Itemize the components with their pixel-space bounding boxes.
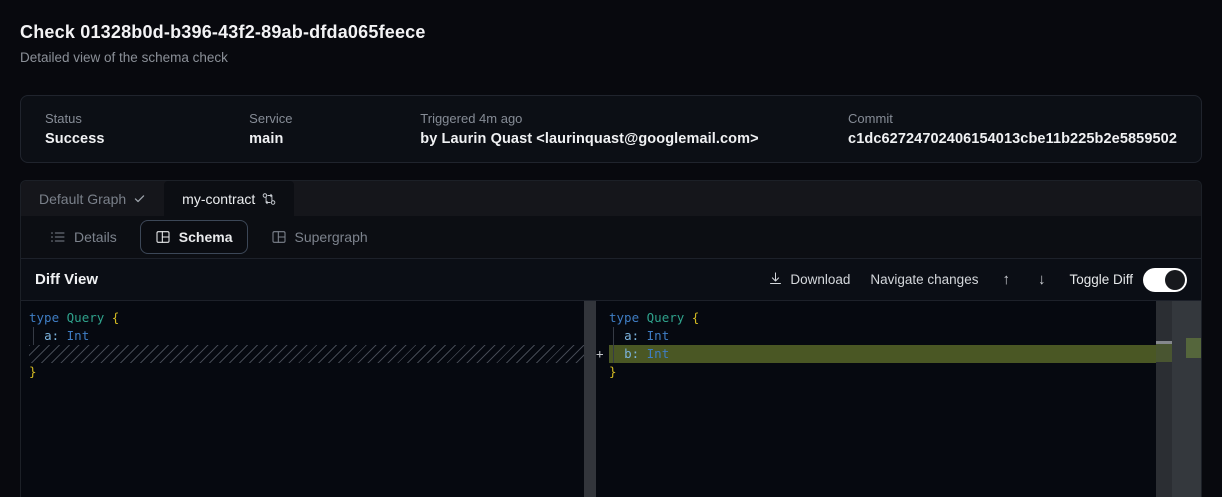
toggle-diff-switch[interactable] [1143, 268, 1187, 292]
toggle-diff-label: Toggle Diff [1069, 272, 1133, 287]
code-line-content: type Query { [29, 309, 584, 327]
tab-my-contract-label: my-contract [182, 191, 255, 207]
code-line: a: Int [596, 327, 1156, 345]
diff-pane-divider[interactable] [584, 301, 596, 497]
minimap-added-marker [1186, 338, 1201, 358]
arrow-up-icon: ↑ [1002, 271, 1010, 288]
git-compare-icon [262, 192, 276, 206]
code-line: type Query { [21, 309, 584, 327]
diff-added-line: + b: Int [596, 345, 1156, 363]
commit-label: Commit [848, 111, 1177, 126]
diff-placeholder-line [21, 345, 584, 363]
meta-commit: Commit c1dc62724702406154013cbe11b225b2e… [848, 111, 1177, 147]
diff-gutter [596, 327, 609, 345]
service-label: Service [249, 111, 420, 126]
code-line-content: } [29, 363, 584, 381]
diff-gutter [596, 309, 609, 327]
meta-triggered: Triggered 4m ago by Laurin Quast <laurin… [420, 111, 848, 147]
code-line-content [29, 345, 584, 363]
tab-schema-label: Schema [179, 229, 233, 245]
code-line: } [596, 363, 1156, 381]
code-line-content: } [609, 363, 1156, 381]
next-change-button[interactable]: ↓ [1034, 270, 1050, 289]
tab-details[interactable]: Details [35, 220, 132, 254]
download-label: Download [790, 272, 850, 287]
meta-service: Service main [249, 111, 420, 147]
minimap-strip[interactable] [1172, 301, 1201, 497]
code-line: a: Int [21, 327, 584, 345]
schema-diff-editor: type Query { a: Int} type Query { a: Int… [21, 301, 1201, 497]
code-line-content: type Query { [609, 309, 1156, 327]
tab-default-graph-label: Default Graph [39, 191, 126, 207]
page-subtitle: Detailed view of the schema check [20, 50, 426, 65]
status-value: Success [45, 131, 249, 147]
navigate-changes-label: Navigate changes [870, 272, 978, 287]
diff-view-header: Diff View Download Navigate changes ↑ ↓ … [21, 258, 1201, 301]
tab-my-contract[interactable]: my-contract [164, 181, 294, 216]
code-line: } [21, 363, 584, 381]
minimap-added-marker [1156, 344, 1172, 362]
tab-supergraph[interactable]: Supergraph [256, 220, 383, 254]
diff-gutter [21, 327, 29, 345]
status-label: Status [45, 111, 249, 126]
tab-details-label: Details [74, 229, 117, 245]
code-line-content: a: Int [29, 327, 584, 345]
service-value: main [249, 131, 420, 147]
tab-supergraph-label: Supergraph [295, 229, 368, 245]
diff-gutter [21, 309, 29, 327]
triggered-value: by Laurin Quast <laurinquast@googlemail.… [420, 131, 848, 147]
diff-toolbar: Download Navigate changes ↑ ↓ Toggle Dif… [768, 268, 1187, 292]
commit-value: c1dc62724702406154013cbe11b225b2e5859502 [848, 131, 1177, 147]
view-tab-bar: Details Schema Supergraph [21, 216, 1201, 258]
triggered-label: Triggered 4m ago [420, 111, 848, 126]
meta-status: Status Success [45, 111, 249, 147]
columns-icon [271, 229, 287, 245]
minimap-ruler[interactable] [1156, 301, 1172, 497]
graph-tab-bar: Default Graph my-contract [21, 181, 1201, 216]
diff-pane-after[interactable]: type Query { a: Int+ b: Int} [596, 301, 1201, 497]
arrow-down-icon: ↓ [1038, 271, 1046, 288]
list-icon [50, 229, 66, 245]
toggle-knob [1165, 270, 1185, 290]
diff-gutter [596, 363, 609, 381]
columns-icon [155, 229, 171, 245]
page-header: Check 01328b0d-b396-43f2-89ab-dfda065fee… [20, 22, 426, 65]
download-button[interactable]: Download [768, 271, 850, 289]
code-line-content: b: Int [609, 345, 1156, 363]
code-line: type Query { [596, 309, 1156, 327]
toggle-diff-control: Toggle Diff [1069, 268, 1187, 292]
code-line-content: a: Int [609, 327, 1156, 345]
tab-schema[interactable]: Schema [140, 220, 248, 254]
diff-pane-before[interactable]: type Query { a: Int} [21, 301, 584, 497]
page-title: Check 01328b0d-b396-43f2-89ab-dfda065fee… [20, 22, 426, 43]
tab-default-graph[interactable]: Default Graph [21, 181, 164, 216]
download-icon [768, 271, 783, 289]
check-icon [133, 192, 146, 205]
diff-gutter [21, 363, 29, 381]
diff-gutter [21, 345, 29, 363]
previous-change-button[interactable]: ↑ [998, 270, 1014, 289]
diff-view-title: Diff View [35, 271, 98, 288]
check-meta-card: Status Success Service main Triggered 4m… [20, 95, 1202, 163]
check-detail-panel: Default Graph my-contract Details [20, 180, 1202, 497]
diff-gutter: + [596, 345, 609, 363]
